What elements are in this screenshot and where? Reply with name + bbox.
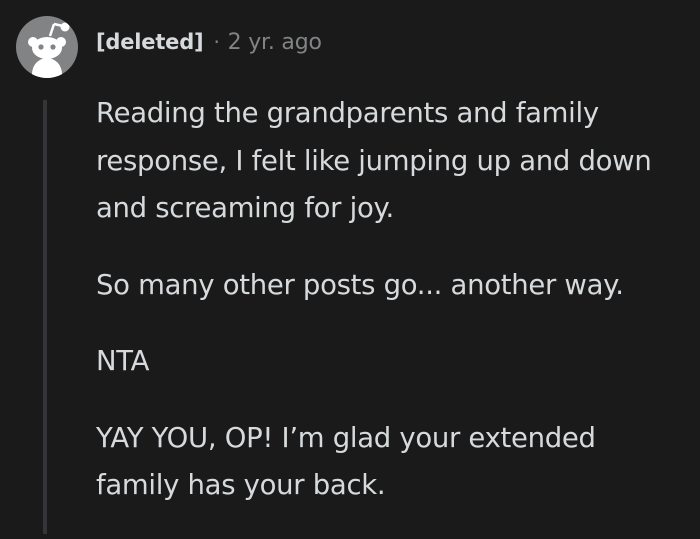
comment-paragraph: So many other posts go... another way. xyxy=(96,268,624,301)
comment-paragraph: NTA xyxy=(96,345,150,377)
author-name[interactable]: [deleted] xyxy=(96,30,204,54)
comment-paragraph: Reading the grandparents and family resp… xyxy=(96,97,652,224)
comment: [deleted] · 2 yr. ago Reading the grandp… xyxy=(0,0,700,534)
comment-body: Reading the grandparents and family resp… xyxy=(96,90,686,539)
avatar[interactable] xyxy=(16,16,78,78)
reddit-snoo-icon xyxy=(28,22,70,78)
thread-line[interactable] xyxy=(43,100,47,534)
comment-age[interactable]: 2 yr. ago xyxy=(228,30,322,55)
comment-header: [deleted] · 2 yr. ago xyxy=(96,30,322,55)
meta-separator: · xyxy=(213,30,220,54)
comment-paragraph: YAY YOU, OP! I’m glad your extended fami… xyxy=(96,421,596,502)
